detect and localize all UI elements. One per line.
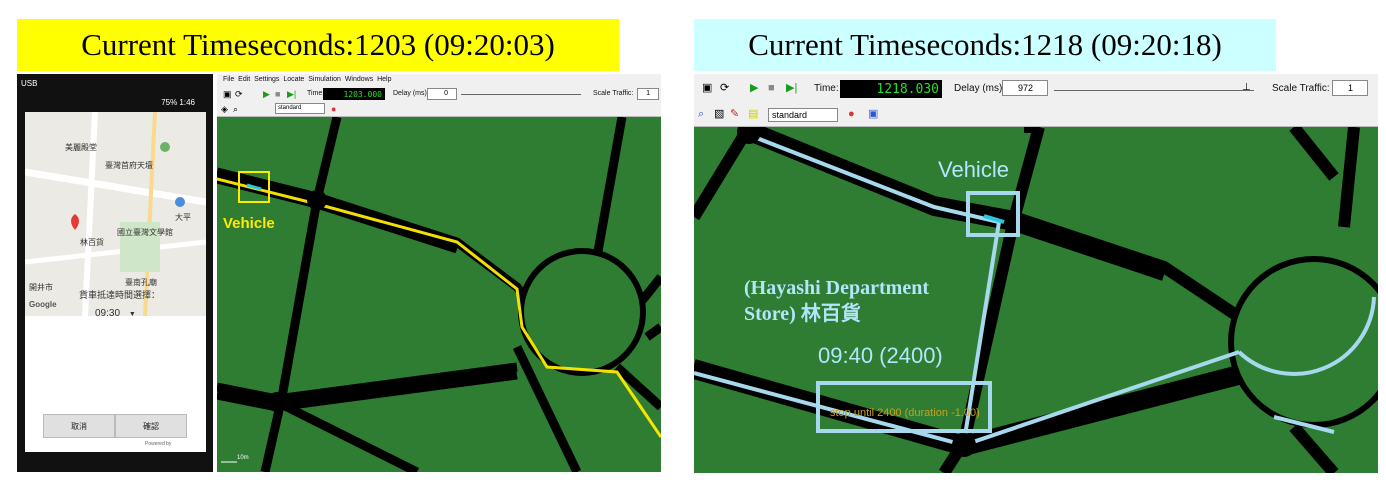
map-label: 臺灣首府天壇 [105,161,153,170]
time-display: 1203.000 [323,88,385,100]
map-label: 大平 [175,213,191,222]
select-icon[interactable]: ▧ [714,109,724,120]
time-label: Time: [814,83,839,94]
play-icon[interactable]: ▶ [750,83,758,94]
sumo-right-canvas[interactable]: Vehicle (Hayashi Department Store) 林百貨 0… [694,127,1378,473]
locate-icon[interactable]: ⌕ [698,109,704,120]
view-icon[interactable]: ▤ [748,109,758,120]
open-icon[interactable]: ▣ [702,83,712,94]
menu-simulation[interactable]: Simulation [308,76,341,83]
recenter-icon[interactable]: ◈ [221,104,228,115]
menu-edit[interactable]: Edit [238,76,250,83]
delay-label: Delay (ms): [393,90,429,97]
sumo-left-canvas[interactable]: Vehicle 10m [217,117,661,472]
vehicle-annotation: Vehicle [938,157,1009,182]
delay-slider[interactable] [461,94,581,95]
sumo-left-toolbar: File Edit Settings Locate Simulation Win… [217,74,661,117]
junction [267,392,287,412]
battery-status: 75% 1:46 [161,98,195,107]
store-annotation: (Hayashi Department Store) 林百貨 [744,275,929,327]
slider-thumb-icon[interactable]: ⊥ [1242,82,1251,93]
store-line-2: Store) 林百貨 [744,303,861,325]
menu-help[interactable]: Help [377,76,391,83]
junction [307,190,327,210]
scale-traffic-input[interactable]: 1 [637,88,659,100]
usb-status: USB [21,79,38,88]
confirm-button[interactable]: 確認 [115,414,187,438]
arrival-time-value: 09:30 [95,308,121,319]
stop-info-text: stop until 2400 (duration -1.00) [830,407,980,419]
step-icon[interactable]: ▶| [287,89,296,100]
time-display: 1218.030 [840,80,942,98]
phone-screenshot: USB 75% 1:46 美麗殿堂 臺灣首府天壇 國立臺灣文學館 臺南孔廟 林百… [17,74,213,472]
arrival-time-select[interactable]: 09:30 ▼ [95,308,136,319]
delay-slider[interactable] [1054,90,1254,91]
sumo-right-toolbar: ▣ ⟳ ▶ ■ ▶| Time: 1218.030 Delay (ms): 97… [694,74,1378,127]
open-icon[interactable]: ▣ [223,89,232,100]
locate-icon[interactable]: ⌕ [233,104,238,115]
delay-label: Delay (ms): [954,83,1006,94]
reload-icon[interactable]: ⟳ [720,83,729,94]
color-scheme-select[interactable]: standard [768,108,838,122]
title-right: Current Timeseconds:1218 (09:20:18) [694,19,1276,71]
time-label: Time: [307,90,325,97]
scale-traffic-label: Scale Traffic: [1272,83,1330,94]
phone-map[interactable]: 美麗殿堂 臺灣首府天壇 國立臺灣文學館 臺南孔廟 林百貨 大平 開井市 Goog… [25,112,206,316]
color-scheme-select[interactable]: standard [275,103,325,114]
map-label: 林百貨 [80,238,104,247]
menu-settings[interactable]: Settings [254,76,279,83]
map-label: 國立臺灣文學館 [117,228,173,237]
scale-traffic-input[interactable]: 1 [1332,80,1368,96]
google-logo: Google [29,300,57,309]
delay-input[interactable]: 972 [1002,80,1048,96]
vehicle-annotation: Vehicle [223,215,275,232]
arrival-time-prompt: 貨車抵達時間選擇： [79,290,161,300]
delay-input[interactable]: 0 [427,88,457,100]
play-icon[interactable]: ▶ [263,89,270,100]
stop-icon[interactable]: ■ [768,83,775,94]
color-wheel-icon[interactable]: ● [848,109,855,120]
map-label: 開井市 [29,283,53,292]
menu-windows[interactable]: Windows [345,76,373,83]
scale-bar-label: 10m [237,455,249,461]
screenshot-icon[interactable]: ▣ [868,109,878,120]
step-icon[interactable]: ▶| [786,83,797,94]
powered-by-text: Powered by [145,441,172,447]
menu-file[interactable]: File [223,76,234,83]
map-label: 臺南孔廟 [125,278,157,287]
stop-icon[interactable]: ■ [275,89,280,100]
menu-locate[interactable]: Locate [283,76,304,83]
phone-status-bar: USB 75% 1:46 [17,74,213,107]
dropdown-arrow-icon: ▼ [128,311,136,318]
title-left: Current Timeseconds:1203 (09:20:03) [17,19,619,71]
arrival-time-annotation: 09:40 (2400) [818,343,943,368]
cancel-button[interactable]: 取消 [43,414,115,438]
map-label: 美麗殿堂 [65,143,97,152]
scale-traffic-label: Scale Traffic: [593,90,634,97]
store-line-1: (Hayashi Department [744,277,929,299]
reload-icon[interactable]: ⟳ [235,89,243,100]
junction [952,433,976,457]
menu-bar: File Edit Settings Locate Simulation Win… [223,76,392,83]
color-wheel-icon[interactable]: ● [331,104,336,115]
edit-icon[interactable]: ✎ [730,109,739,120]
